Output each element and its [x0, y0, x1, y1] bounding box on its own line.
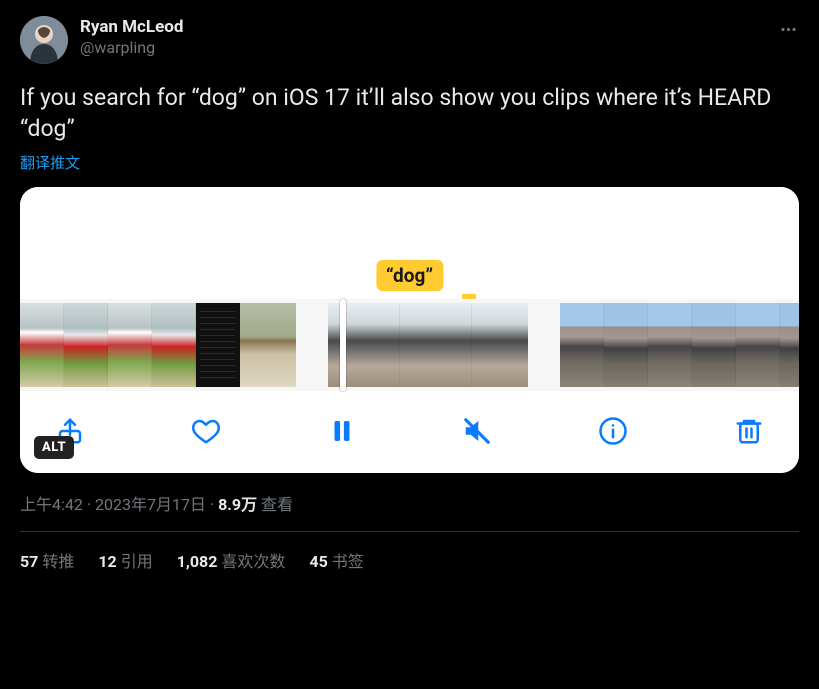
thumbnail-frame: [604, 303, 648, 387]
media-attachment[interactable]: “dog”: [20, 187, 799, 473]
clip-cluster-3[interactable]: [560, 303, 799, 387]
tweet-stats: 57转推 12引用 1,082喜欢次数 45书签: [20, 532, 799, 572]
thumbnail-frame: [736, 303, 780, 387]
speaker-muted-icon: [462, 416, 492, 446]
alt-text-badge[interactable]: ALT: [34, 436, 74, 459]
ellipsis-icon: [779, 20, 798, 39]
thumbnail-frame: [780, 303, 799, 387]
thumbnail-frame: [328, 303, 400, 387]
like-button[interactable]: [186, 411, 226, 451]
display-name[interactable]: Ryan McLeod: [80, 16, 799, 38]
thumbnail-frame: [472, 303, 528, 387]
tweet-text: If you search for “dog” on iOS 17 it’ll …: [20, 82, 799, 144]
media-toolbar: [20, 391, 799, 473]
info-icon: [598, 416, 628, 446]
tweet-date[interactable]: 2023年7月17日: [95, 495, 206, 514]
trash-icon: [734, 416, 764, 446]
user-info: Ryan McLeod @warpling: [80, 16, 799, 59]
media-preview-top: “dog”: [20, 187, 799, 299]
timeline-marker: [462, 294, 476, 299]
views-label: 查看: [261, 495, 293, 514]
tweet-header: Ryan McLeod @warpling: [20, 16, 799, 64]
tweet-time[interactable]: 上午4:42: [20, 495, 83, 514]
avatar[interactable]: [20, 16, 68, 64]
video-timeline-strip[interactable]: [20, 299, 799, 391]
thumbnail-frame: [648, 303, 692, 387]
thumbnail-frame: [240, 303, 296, 387]
tweet-meta: 上午4:42 · 2023年7月17日 · 8.9万 查看: [20, 491, 799, 515]
thumbnail-frame: [108, 303, 152, 387]
search-result-chip: “dog”: [376, 260, 443, 291]
stat-likes[interactable]: 1,082喜欢次数: [177, 548, 286, 572]
thumbnail-frame: [560, 303, 604, 387]
thumbnail-frame: [64, 303, 108, 387]
thumbnail-frame: [20, 303, 64, 387]
mute-button[interactable]: [457, 411, 497, 451]
stat-retweets[interactable]: 57转推: [20, 548, 74, 572]
more-options-button[interactable]: [771, 12, 805, 46]
pause-button[interactable]: [322, 411, 362, 451]
clip-cluster-2[interactable]: [328, 303, 528, 387]
pause-icon: [327, 416, 357, 446]
thumbnail-frame: [152, 303, 196, 387]
stat-quotes[interactable]: 12引用: [98, 548, 152, 572]
views-count: 8.9万: [218, 495, 257, 514]
translate-link[interactable]: 翻译推文: [20, 152, 799, 173]
info-button[interactable]: [593, 411, 633, 451]
thumbnail-frame: [196, 303, 240, 387]
stat-bookmarks[interactable]: 45书签: [309, 548, 363, 572]
thumbnail-frame: [692, 303, 736, 387]
user-handle[interactable]: @warpling: [80, 38, 799, 59]
clip-cluster-1[interactable]: [20, 303, 296, 387]
heart-icon: [191, 416, 221, 446]
tweet-container: Ryan McLeod @warpling If you search for …: [0, 0, 819, 572]
delete-button[interactable]: [729, 411, 769, 451]
thumbnail-frame: [400, 303, 472, 387]
